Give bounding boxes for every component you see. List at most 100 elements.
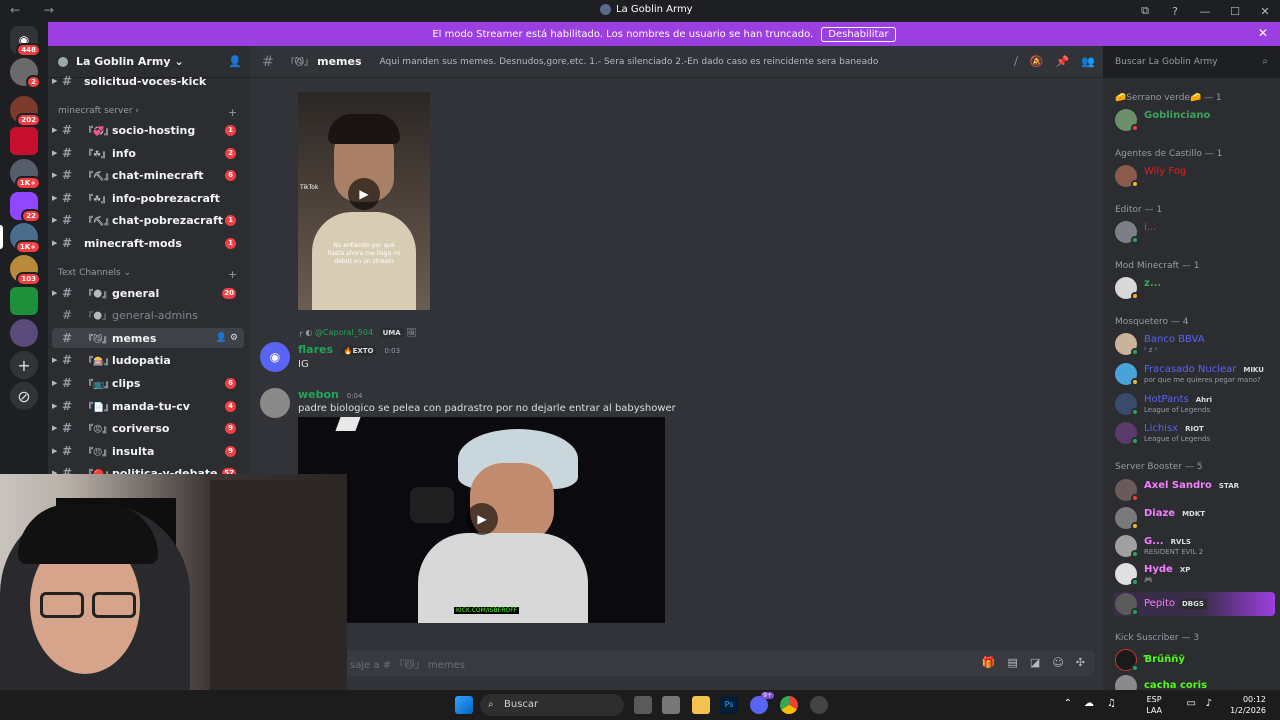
discord-taskbar-icon[interactable]: 9+ — [750, 692, 774, 714]
video-embed-kick[interactable]: ▶ KICK.COM/ISBEROFF — [298, 417, 665, 623]
reply-reference[interactable]: ┌ ◐ @Caporal_504 UMA 🖼 — [298, 328, 416, 338]
status-indicator — [1131, 408, 1139, 416]
gif-icon[interactable]: ▤ — [1008, 656, 1018, 669]
discord-badge: 9+ — [761, 692, 774, 699]
member-item[interactable]: Diaze MDKT — [1113, 506, 1273, 530]
message-author[interactable]: flares 🔥EXTO 0:03 — [298, 343, 400, 356]
channel-settings-icon[interactable]: 👤 ⚙ — [216, 333, 238, 343]
server-icon-2[interactable]: 202 — [10, 96, 41, 127]
sticker-icon[interactable]: ◪ — [1030, 656, 1040, 669]
close-icon[interactable]: ✕ — [1258, 26, 1268, 40]
direct-messages-button[interactable]: ◉ 448 — [10, 26, 41, 57]
channel-clips[interactable]: ▶ # 『📺』 clips 6 — [52, 373, 244, 393]
emoji-icon[interactable]: ☺ — [1052, 656, 1063, 669]
member-item[interactable]: Ɓrűññỹ — [1113, 648, 1273, 672]
network-icon[interactable]: ▭ — [1187, 698, 1196, 709]
member-item[interactable]: Goblinciano — [1113, 108, 1273, 132]
channel-minecraft-mods[interactable]: ▶ # minecraft-mods 1 — [52, 233, 244, 253]
close-button[interactable]: ✕ — [1250, 5, 1280, 18]
discord-app-window: ← → La Goblin Army ⧉ ? — ☐ ✕ ◉ 448 2 202… — [0, 0, 1280, 720]
channel-info-pobrezacraft[interactable]: ▶ # 『☘』 info-pobrezacraft — [52, 188, 244, 208]
channel-coriverso[interactable]: ▶ # 『😡』 coriverso 9 — [52, 418, 244, 438]
channel-chat-minecraft[interactable]: ▶ # 『⛏』 chat-minecraft 6 — [52, 165, 244, 185]
category-text-channels[interactable]: Text Channels ⌄ + — [58, 268, 237, 281]
threads-icon[interactable]: ⧸ — [1014, 55, 1018, 69]
play-icon[interactable]: ▶ — [466, 503, 498, 535]
category-minecraft[interactable]: minecraft server › + — [58, 106, 237, 119]
message-composer[interactable]: saje a # 『😼』 memes 🎁 ▤ ◪ ☺ ✣ — [340, 650, 1095, 676]
member-item[interactable]: i... — [1113, 220, 1273, 244]
add-channel-icon[interactable]: + — [228, 268, 237, 281]
member-item[interactable]: Hyde XP 🎮 — [1113, 562, 1273, 586]
disable-streamer-button[interactable]: Deshabilitar — [821, 26, 896, 42]
server-icon-6[interactable]: 103 — [10, 255, 41, 286]
notification-bell-icon[interactable]: 🔕 — [1030, 55, 1044, 69]
cloud-icon[interactable]: ☁ — [1084, 698, 1094, 709]
message-author[interactable]: webon 0:04 — [298, 388, 362, 401]
tray-chevron-icon[interactable]: ⌃ — [1064, 698, 1072, 709]
server-icon-active[interactable]: 1K+ — [10, 223, 41, 254]
apps-icon[interactable]: ✣ — [1076, 656, 1085, 669]
member-item[interactable]: Lichisx RIOT League of Legends — [1113, 421, 1273, 445]
play-icon[interactable]: ▶ — [348, 178, 380, 210]
channel-insulta[interactable]: ▶ # 『😠』 insulta 9 — [52, 441, 244, 461]
gift-icon[interactable]: 🎁 — [982, 656, 996, 669]
video-embed-tiktok[interactable]: TikTok ▶ No entiendo por qué hasta ahora… — [298, 92, 430, 310]
inbox-icon[interactable]: ⧉ — [1130, 4, 1160, 18]
channel-memes[interactable]: # 『😼』 memes 👤 ⚙ — [52, 328, 244, 348]
file-explorer-icon[interactable] — [692, 696, 710, 714]
add-server-button[interactable]: + — [10, 351, 38, 379]
maximize-button[interactable]: ☐ — [1220, 5, 1250, 18]
compass-icon: ⊘ — [17, 386, 31, 406]
channel-solicitud-voces-kick[interactable]: ▶ # solicitud-voces-kick — [52, 71, 244, 91]
member-item[interactable]: Fracasado Nuclear MIKU por que me quieres… — [1113, 362, 1273, 386]
minimize-button[interactable]: — — [1190, 5, 1220, 18]
add-channel-icon[interactable]: + — [228, 106, 237, 119]
channel-general-admins[interactable]: # 『🌑』 general-admins — [52, 305, 244, 325]
avatar[interactable]: ◉ — [260, 342, 290, 372]
help-icon[interactable]: ? — [1160, 5, 1190, 18]
avatar[interactable] — [260, 388, 290, 418]
member-item[interactable]: z... — [1113, 276, 1273, 300]
channel-general[interactable]: ▶ # 『🌑』 general 20 — [52, 283, 244, 303]
photoshop-icon[interactable]: Ps — [720, 696, 738, 714]
app-icon[interactable] — [662, 696, 680, 714]
member-list-icon[interactable]: 👥 — [1081, 55, 1095, 69]
server-icon-8[interactable] — [10, 319, 38, 347]
add-member-icon[interactable]: 👤 — [228, 55, 242, 68]
server-icon-7[interactable] — [10, 287, 38, 315]
channel-chat-pobrezacraft[interactable]: ▶ # 『⛏』 chat-pobrezacraft 1 — [52, 210, 244, 230]
channel-emoji: 『😡』 — [84, 424, 112, 435]
member-item[interactable]: cacha coris — [1113, 674, 1273, 690]
server-icon-3[interactable] — [10, 127, 38, 155]
pin-icon[interactable]: 📌 — [1056, 55, 1070, 69]
server-icon-4[interactable]: 1K+ — [10, 159, 41, 190]
server-icon-1[interactable]: 2 — [10, 58, 41, 89]
language-indicator[interactable]: ESP LAA — [1146, 694, 1162, 716]
member-item[interactable]: G... RVLS RESIDENT EVIL 2 — [1113, 534, 1273, 558]
channel-info[interactable]: ▶ # 『☘』 info 2 — [52, 143, 244, 163]
task-view-icon[interactable] — [634, 696, 652, 714]
member-item[interactable]: Wily Fog — [1113, 164, 1273, 188]
clock[interactable]: 00:12 1/2/2026 — [1230, 694, 1266, 716]
twitch-server-icon[interactable]: 22 — [10, 192, 41, 223]
nav-arrows[interactable]: ← → — [10, 3, 64, 17]
mic-icon[interactable]: ♫ — [1107, 698, 1116, 709]
volume-icon[interactable]: ♪ — [1206, 698, 1212, 709]
channel-ludopatia[interactable]: ▶ # 『🎰』 ludopatia — [52, 350, 244, 370]
member-item-highlighted[interactable]: Pepito DBGS — [1113, 592, 1275, 616]
taskbar-search[interactable]: ⌕ Buscar — [480, 694, 624, 716]
discover-button[interactable]: ⊘ — [10, 382, 38, 410]
channel-manda-tu-cv[interactable]: ▶ # 『📄』 manda-tu-cv 4 — [52, 396, 244, 416]
start-button[interactable] — [455, 696, 473, 714]
message-flares[interactable]: ┌ ◐ @Caporal_504 UMA 🖼 ◉ flares 🔥EXTO 0:… — [250, 326, 1103, 376]
member-item[interactable]: HotPants Ahri League of Legends — [1113, 392, 1273, 416]
guild-tag: XP — [1176, 565, 1194, 575]
member-item[interactable]: Banco BBVA ᶻ z ᶻ — [1113, 332, 1273, 356]
member-item[interactable]: Axel Sandro STAR — [1113, 478, 1273, 502]
channel-socio-hosting[interactable]: ▶ # 『💞』 socio-hosting 1 — [52, 120, 244, 140]
app-icon[interactable] — [810, 696, 828, 714]
chrome-icon[interactable] — [780, 696, 798, 714]
server-search-input[interactable]: Buscar La Goblin Army ⌕ — [1108, 52, 1274, 72]
channel-topic[interactable]: Aqui manden sus memes. Desnudos,gore,etc… — [380, 57, 879, 67]
